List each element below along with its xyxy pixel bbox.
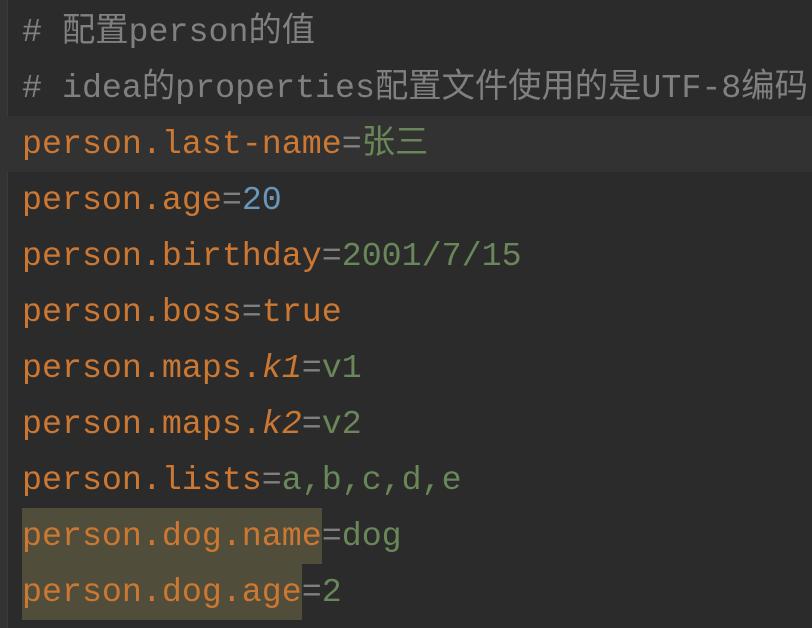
property-line[interactable]: person.last-name=张三: [0, 116, 812, 172]
property-value: 张三: [361, 125, 429, 163]
property-value: 20: [241, 181, 282, 219]
property-key: person.lists: [22, 461, 262, 499]
property-key: person.birthday: [22, 237, 322, 275]
property-key: person.boss: [22, 293, 242, 331]
property-value: 2: [321, 573, 342, 611]
property-line[interactable]: person.boss=true: [0, 284, 812, 340]
property-value: 2001/7/15: [341, 237, 522, 275]
property-key-highlighted: person.dog.name: [22, 508, 322, 564]
property-line[interactable]: person.dog.name=dog: [0, 508, 812, 564]
property-key-highlighted: person.dog.age: [22, 564, 302, 620]
properties-editor[interactable]: # 配置person的值 # idea的properties配置文件使用的是UT…: [0, 4, 812, 620]
property-value: true: [261, 293, 342, 331]
property-line[interactable]: person.lists=a,b,c,d,e: [0, 452, 812, 508]
property-key: person.maps.: [22, 405, 262, 443]
property-key: person.age: [22, 181, 222, 219]
property-line[interactable]: person.maps.k1=v1: [0, 340, 812, 396]
property-line[interactable]: person.maps.k2=v2: [0, 396, 812, 452]
property-value: v1: [321, 349, 362, 387]
comment-line[interactable]: # 配置person的值: [0, 4, 812, 60]
property-value: dog: [341, 517, 402, 555]
property-value: a,b,c,d,e: [281, 461, 462, 499]
property-key: person.maps.: [22, 349, 262, 387]
comment-line[interactable]: # idea的properties配置文件使用的是UTF-8编码: [0, 60, 812, 116]
property-key: person.last-name: [22, 125, 342, 163]
property-key-suffix: k1: [261, 349, 302, 387]
property-value: v2: [321, 405, 362, 443]
property-key-suffix: k2: [261, 405, 302, 443]
property-line[interactable]: person.birthday=2001/7/15: [0, 228, 812, 284]
property-line[interactable]: person.age=20: [0, 172, 812, 228]
property-line[interactable]: person.dog.age=2: [0, 564, 812, 620]
